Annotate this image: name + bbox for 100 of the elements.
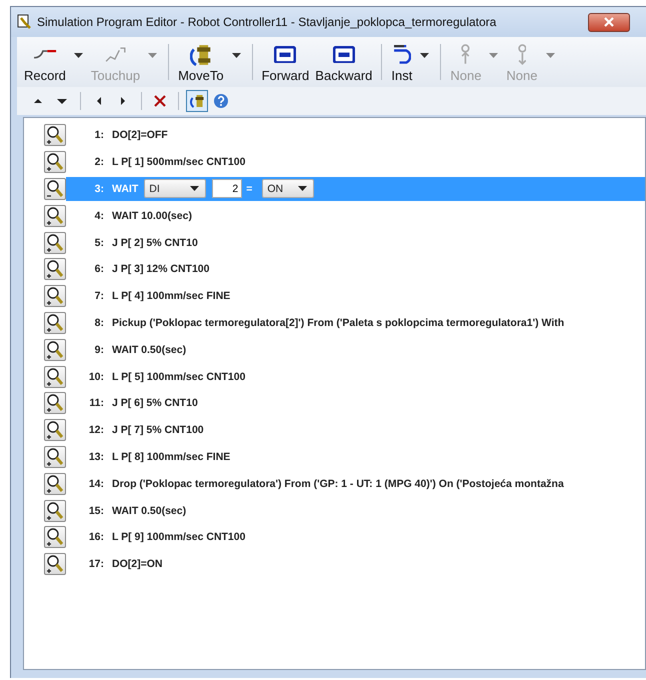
toolbar-button[interactable]: [186, 90, 208, 112]
zoom-button[interactable]: [44, 446, 66, 468]
instruction-text: DO[2]=OFF: [112, 129, 168, 142]
curve-icon: [32, 50, 58, 59]
program-line[interactable]: 14: Drop ('Poklopac termoregulatora') From ('GP: 1 - UT: 1 (MPG 40)') On ('Postojeća montažna: [66, 472, 645, 496]
magnifier-icon: [45, 446, 65, 467]
delete-icon: [154, 95, 166, 107]
magnifier-icon: [45, 554, 65, 574]
zoom-button[interactable]: [44, 419, 66, 442]
instruction-text: L P[ 5] 100mm/sec CNT100: [112, 370, 246, 383]
magnifier-icon: [45, 420, 65, 440]
instruction-text: J P[ 3] 12% CNT100: [112, 263, 210, 276]
program-line[interactable]: 15: WAIT 0.50(sec): [66, 498, 645, 523]
right-arrow-icon: [120, 96, 126, 106]
instruction-text: L P[ 8] 100mm/sec FINE: [112, 450, 230, 463]
program-line[interactable]: 13: L P[ 8] 100mm/sec FINE: [66, 444, 645, 469]
zoom-button[interactable]: [44, 178, 66, 200]
zoom-button[interactable]: [44, 366, 66, 388]
program-line[interactable]: 9: WAIT 0.50(sec): [66, 338, 645, 362]
program-line[interactable]: 6: J P[ 3] 12% CNT100: [66, 257, 645, 282]
instruction-text: WAIT 0.50(sec): [112, 344, 186, 356]
line-number: 8:: [94, 316, 104, 329]
index-field[interactable]: 2: [212, 179, 242, 198]
magnifier-icon: [45, 232, 65, 253]
close-button[interactable]: [588, 12, 630, 32]
operator: =: [246, 182, 252, 195]
program-line[interactable]: 16: L P[ 9] 100mm/sec CNT100: [66, 525, 645, 550]
instruction-text: WAIT 0.50(sec): [112, 504, 186, 517]
instruction-text: J P[ 6] 5% CNT10: [112, 397, 198, 410]
program-line[interactable]: 5: J P[ 2] 5% CNT10: [66, 230, 645, 255]
line-number: 7:: [94, 290, 104, 302]
line-number: 3:: [94, 182, 104, 195]
caret-icon: [546, 52, 554, 58]
state-dropdown[interactable]: ON: [262, 179, 314, 198]
zoom-button[interactable]: [44, 258, 66, 280]
caret-icon: [190, 186, 200, 192]
toolbar-button[interactable]: Record: [21, 42, 88, 82]
magnifier-icon: [45, 527, 65, 548]
line-number: 16:: [88, 531, 104, 544]
window-title: Simulation Program Editor - Robot Controller11 - Stavljanje_poklopca_termoregulatora: [37, 15, 496, 29]
program-line[interactable]: 7: L P[ 4] 100mm/sec FINE: [66, 284, 645, 308]
pin-icon: [518, 44, 526, 65]
toolbar-button[interactable]: MoveTo: [175, 42, 246, 82]
instruction-text: J P[ 2] 5% CNT10: [112, 236, 198, 249]
instruction-text: L P[ 9] 100mm/sec CNT100: [112, 531, 246, 544]
zoom-button[interactable]: [44, 553, 66, 576]
line-number: 9:: [94, 344, 104, 356]
toolbar-button[interactable]: Forward: [258, 42, 312, 82]
signal-dropdown[interactable]: DI: [144, 179, 206, 198]
instruction-text: DO[2]=ON: [112, 558, 162, 570]
caret-icon: [298, 186, 308, 192]
program-line[interactable]: 1: DO[2]=OFF: [66, 123, 645, 148]
magnifier-icon: [45, 206, 65, 226]
instruction-text: Pickup ('Poklopac termoregulatora[2]') From ('Paleta s poklopcima termoregulatora1') With: [112, 316, 564, 329]
fwd-box-icon: [274, 46, 296, 64]
magnifier-icon: [45, 500, 65, 521]
program-line[interactable]: 17: DO[2]=ON: [66, 552, 645, 576]
line-number: 11:: [88, 397, 104, 410]
program-line[interactable]: 10: L P[ 5] 100mm/sec CNT100: [66, 364, 645, 389]
program-line[interactable]: 4: WAIT 10.00(sec): [66, 204, 645, 228]
caret-icon: [148, 52, 158, 58]
zoom-button[interactable]: [44, 124, 66, 146]
line-number: 5:: [94, 236, 104, 249]
zoom-button[interactable]: [44, 338, 66, 361]
caret-icon: [420, 52, 430, 58]
line-number: 1:: [94, 129, 104, 142]
caret-icon: [489, 52, 498, 58]
line-number: 10:: [88, 370, 104, 383]
instruction-text: L P[ 4] 100mm/sec FINE: [112, 290, 230, 302]
zoom-button[interactable]: [44, 204, 66, 227]
magnifier-icon: [45, 286, 65, 306]
curve-icon: [105, 46, 126, 62]
instruction-text: WAIT 10.00(sec): [112, 210, 192, 222]
program-line[interactable]: 8: Pickup ('Poklopac termoregulatora[2]') From ('Paleta s poklopcima termoregulatora1') With: [66, 310, 645, 335]
zoom-button[interactable]: [44, 151, 66, 174]
caret-icon: [232, 52, 241, 58]
line-number: 15:: [88, 504, 104, 517]
zoom-button[interactable]: [44, 312, 66, 334]
magnifier-icon: [45, 340, 65, 360]
up-arrow-icon: [33, 98, 43, 104]
magnifier-icon: [45, 125, 65, 146]
program-line[interactable]: 12: J P[ 7] 5% CNT100: [66, 418, 645, 442]
line-number: 6:: [94, 263, 104, 276]
zoom-button[interactable]: [44, 232, 66, 254]
magnifier-icon: [45, 393, 65, 414]
zoom-button[interactable]: [44, 526, 66, 548]
zoom-button[interactable]: [44, 500, 66, 522]
program-line[interactable]: 2: L P[ 1] 500mm/sec CNT100: [66, 150, 645, 174]
toolbar-button[interactable]: Inst: [388, 42, 434, 82]
toolbar-button[interactable]: Backward: [312, 42, 376, 82]
instruction-text: J P[ 7] 5% CNT100: [112, 424, 204, 436]
magnifier-icon: [45, 178, 65, 199]
program-line[interactable]: 11: J P[ 6] 5% CNT10: [66, 391, 645, 416]
zoom-button[interactable]: [44, 392, 66, 414]
bwd-box-icon: [332, 46, 355, 64]
help-icon: [213, 93, 229, 109]
line-number: 4:: [94, 210, 104, 222]
left-arrow-icon: [96, 96, 102, 106]
zoom-button[interactable]: [44, 285, 66, 308]
zoom-button[interactable]: [44, 472, 66, 495]
